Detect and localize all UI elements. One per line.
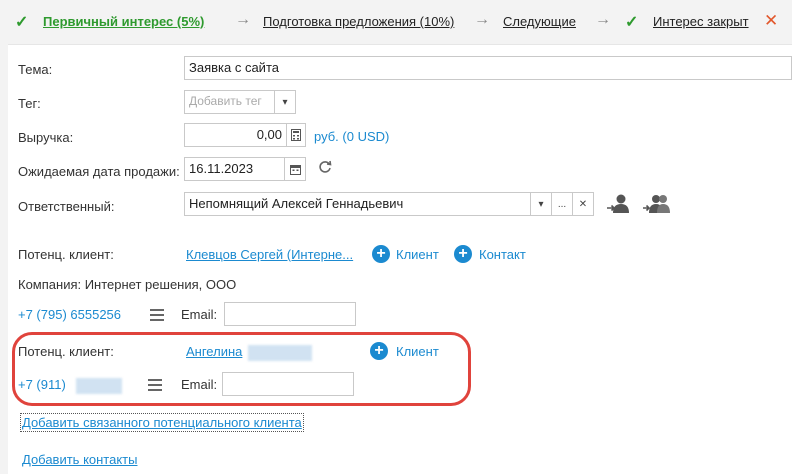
arrow-right-icon: →: [474, 11, 490, 28]
lead2-phone-link[interactable]: +7 (911): [18, 377, 66, 392]
assign-users-icon[interactable]: [643, 193, 671, 218]
calendar-icon: [289, 164, 301, 175]
revenue-label: Выручка:: [18, 130, 74, 145]
responsible-more-button[interactable]: ...: [551, 192, 573, 216]
responsible-label: Ответственный:: [18, 199, 115, 214]
topic-label: Тема:: [18, 62, 53, 77]
stage-proposal[interactable]: Подготовка предложения (10%): [263, 14, 454, 29]
add-contacts-link[interactable]: Добавить контакты: [22, 452, 137, 467]
redacted-mask: [76, 378, 122, 394]
sale-date-label: Ожидаемая дата продажи:: [18, 164, 180, 179]
add-related-lead-link[interactable]: Добавить связанного потенциального клиен…: [20, 413, 304, 432]
sale-date-input[interactable]: 16.11.2023: [184, 157, 285, 181]
menu-icon[interactable]: [148, 379, 162, 394]
stage-next[interactable]: Следующие: [503, 14, 576, 29]
responsible-clear-button[interactable]: ✕: [572, 192, 594, 216]
plus-icon[interactable]: +: [372, 245, 390, 263]
lead2-label: Потенц. клиент:: [18, 344, 114, 359]
revenue-input[interactable]: 0,00: [184, 123, 287, 147]
caret-down-icon: ▾: [282, 96, 288, 108]
lead2-email-label: Email:: [181, 377, 218, 392]
lead1-client-button[interactable]: Клиент: [396, 247, 439, 262]
arrow-right-icon: →: [595, 11, 611, 28]
assign-user-icon[interactable]: [606, 193, 630, 218]
lead1-name-link[interactable]: Клевцов Сергей (Интерне...: [186, 247, 353, 262]
lead2-email-input[interactable]: [222, 372, 354, 396]
responsible-dropdown-button[interactable]: ▾: [530, 192, 552, 216]
responsible-input[interactable]: Непомнящий Алексей Геннадьевич: [184, 192, 531, 216]
redacted-mask: [248, 345, 312, 361]
close-icon: ✕: [578, 198, 588, 210]
topic-input[interactable]: Заявка с сайта: [184, 56, 792, 80]
pipeline-bar: ✓ Первичный интерес (5%) → Подготовка пр…: [0, 0, 792, 44]
caret-down-icon: ▾: [538, 198, 544, 210]
calendar-button[interactable]: [284, 157, 306, 181]
currency-link[interactable]: руб. (0 USD): [314, 129, 389, 144]
menu-icon[interactable]: [150, 309, 164, 324]
lead1-company: Компания: Интернет решения, ООО: [18, 277, 237, 292]
more-label: ...: [557, 198, 567, 210]
check-icon: ✓: [15, 14, 29, 31]
lead2-client-button[interactable]: Клиент: [396, 344, 439, 359]
calculator-button[interactable]: [286, 123, 306, 147]
lead1-email-input[interactable]: [224, 302, 356, 326]
arrow-right-icon: →: [235, 11, 251, 28]
tag-input[interactable]: Добавить тег: [184, 90, 275, 114]
calculator-icon: [291, 129, 301, 141]
lead2-name-link[interactable]: Ангелина: [186, 344, 242, 359]
close-icon[interactable]: ✕: [764, 11, 778, 31]
lead1-phone-link[interactable]: +7 (795) 6555256: [18, 307, 121, 322]
tag-label: Тег:: [18, 96, 41, 111]
plus-icon[interactable]: +: [454, 245, 472, 263]
stage-closed[interactable]: Интерес закрыт: [653, 14, 749, 29]
stage-primary-interest[interactable]: Первичный интерес (5%): [43, 14, 204, 29]
lead-form-panel: Тема: Заявка с сайта Тег: Добавить тег ▾…: [8, 44, 792, 474]
refresh-icon[interactable]: [317, 159, 333, 178]
plus-icon[interactable]: +: [370, 342, 388, 360]
lead1-label: Потенц. клиент:: [18, 247, 114, 262]
tag-dropdown-button[interactable]: ▾: [274, 90, 296, 114]
lead1-contact-button[interactable]: Контакт: [479, 247, 526, 262]
lead1-email-label: Email:: [181, 307, 218, 322]
check-icon: ✓: [625, 14, 639, 31]
